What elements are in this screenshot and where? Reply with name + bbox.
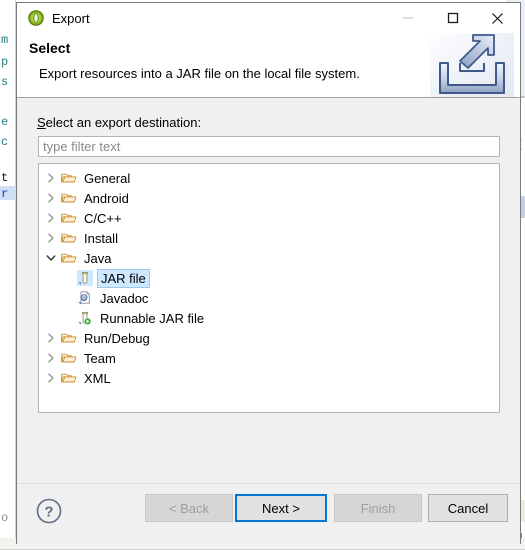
- tree-item-javadoc[interactable]: @ Javadoc: [39, 288, 499, 308]
- bg-char-t: t: [1, 171, 9, 185]
- jar-file-icon: [77, 270, 93, 286]
- tree-item-run-debug[interactable]: Run/Debug: [39, 328, 499, 348]
- screen: m p s e c t r r {] ][ g o: [0, 0, 525, 550]
- page-description: Export resources into a JAR file on the …: [39, 66, 360, 81]
- chevron-right-icon[interactable]: [43, 190, 59, 206]
- folder-icon: [61, 253, 77, 263]
- dialog-body: Select an export destination: General And…: [17, 98, 520, 483]
- bg-char-s: s: [1, 75, 9, 89]
- tree-item-label: JAR file: [98, 269, 149, 287]
- chevron-right-icon[interactable]: [43, 370, 59, 386]
- export-destination-tree[interactable]: General Android C/C++ Install Java JAR file @ J…: [38, 163, 500, 413]
- svg-text:?: ?: [44, 504, 53, 521]
- folder-icon: [61, 353, 77, 363]
- tree-item-label: Javadoc: [100, 290, 149, 306]
- tree-item-label: XML: [84, 370, 111, 386]
- folder-icon: [61, 193, 77, 203]
- dialog-header: Select Export resources into a JAR file …: [17, 33, 520, 98]
- chevron-right-icon[interactable]: [43, 210, 59, 226]
- bg-char-p: p: [1, 55, 9, 69]
- tree-item-install[interactable]: Install: [39, 228, 499, 248]
- maximize-icon: [447, 12, 458, 24]
- svg-text:@: @: [82, 295, 87, 300]
- tree-item-label: Runnable JAR file: [100, 310, 205, 326]
- tree-item-general[interactable]: General: [39, 168, 499, 188]
- tree-item-label: General: [84, 170, 131, 186]
- filter-input[interactable]: [38, 136, 500, 157]
- dialog-title: Export: [52, 10, 90, 26]
- folder-icon: [61, 233, 77, 243]
- tree-list: General Android C/C++ Install Java JAR file @ J…: [39, 164, 499, 388]
- tree-item-java[interactable]: Java: [39, 248, 499, 268]
- tree-item-label: Java: [84, 250, 112, 266]
- back-button[interactable]: < Back: [145, 494, 233, 522]
- dialog-buttonbar: ? < Back Next > Finish Cancel: [17, 483, 520, 545]
- tree-item-jar-file[interactable]: JAR file: [39, 268, 499, 288]
- tree-item-label: Install: [84, 230, 118, 246]
- minimize-icon: [402, 17, 413, 19]
- page-title: Select: [29, 40, 71, 56]
- window-controls: [385, 3, 520, 33]
- tree-item-label: Run/Debug: [84, 330, 150, 346]
- label-mnemonic: S: [37, 115, 46, 130]
- tree-item-label: Android: [84, 190, 129, 206]
- cancel-button[interactable]: Cancel: [428, 494, 508, 522]
- bg-char-e: e: [1, 115, 9, 129]
- folder-icon: [61, 373, 77, 383]
- chevron-right-icon[interactable]: [43, 330, 59, 346]
- export-tray-arrow-icon: [430, 33, 514, 97]
- tree-item-label: C/C++: [84, 210, 122, 226]
- folder-icon: [61, 213, 77, 223]
- next-button[interactable]: Next >: [235, 494, 327, 522]
- eclipse-export-icon: [28, 10, 44, 26]
- tree-item-c-c[interactable]: C/C++: [39, 208, 499, 228]
- finish-button-label: Finish: [360, 500, 396, 516]
- close-icon: [492, 12, 503, 24]
- help-button[interactable]: ?: [35, 497, 63, 525]
- bg-char-r2: r: [1, 187, 9, 201]
- export-dialog: Export Select Export resources into a JA…: [16, 2, 521, 545]
- export-destination-label: Select an export destination:: [37, 115, 201, 130]
- bg-char-c: c: [1, 135, 9, 149]
- minimize-button[interactable]: [385, 3, 430, 33]
- runnable-jar-icon: [78, 311, 91, 325]
- bg-char-m: m: [1, 33, 9, 47]
- chevron-right-icon[interactable]: [43, 350, 59, 366]
- chevron-down-icon[interactable]: [43, 250, 59, 266]
- next-button-label: Next >: [262, 500, 300, 516]
- tree-item-xml[interactable]: XML: [39, 368, 499, 388]
- back-button-label: < Back: [168, 500, 210, 516]
- bg-char-o: o: [1, 511, 9, 525]
- tree-item-label: Team: [84, 350, 116, 366]
- finish-button[interactable]: Finish: [334, 494, 422, 522]
- close-button[interactable]: [475, 3, 520, 33]
- tree-item-team[interactable]: Team: [39, 348, 499, 368]
- javadoc-icon: @: [78, 291, 90, 305]
- folder-icon: [61, 333, 77, 343]
- maximize-button[interactable]: [430, 3, 475, 33]
- label-rest: elect an export destination:: [45, 115, 202, 130]
- tree-item-runnable-jar-file[interactable]: Runnable JAR file: [39, 308, 499, 328]
- chevron-right-icon[interactable]: [43, 230, 59, 246]
- tree-item-android[interactable]: Android: [39, 188, 499, 208]
- chevron-right-icon[interactable]: [43, 170, 59, 186]
- cancel-button-label: Cancel: [447, 500, 489, 516]
- dialog-titlebar[interactable]: Export: [17, 3, 520, 33]
- folder-icon: [61, 173, 77, 183]
